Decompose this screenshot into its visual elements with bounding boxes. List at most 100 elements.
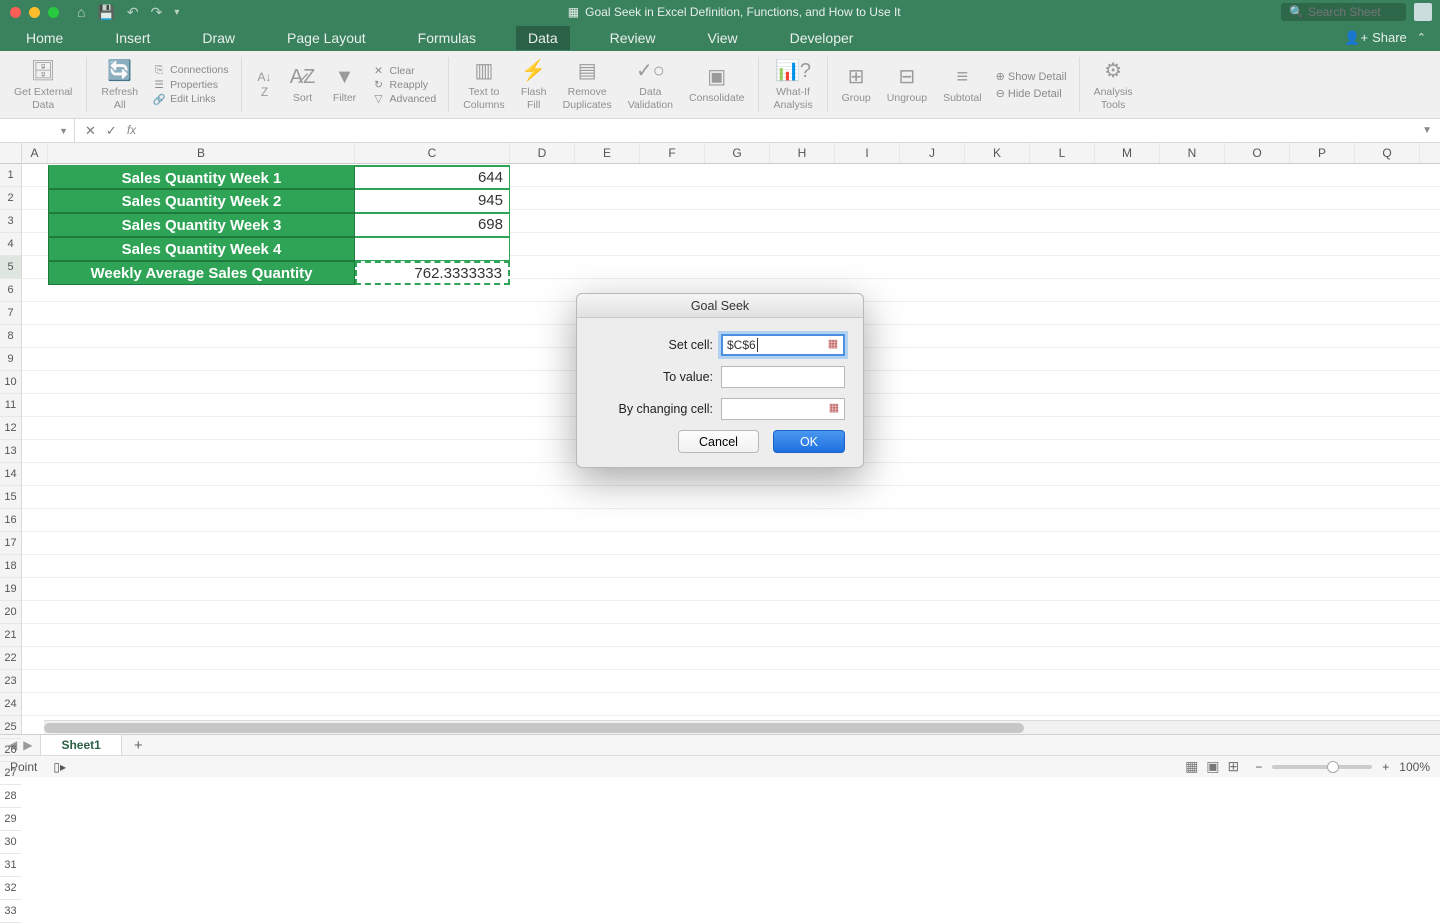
collapse-ribbon-icon[interactable]: ⌃ [1417, 31, 1426, 44]
show-detail-button[interactable]: ⊕ Show Detail [996, 70, 1067, 83]
row-header[interactable]: 26 [0, 739, 21, 762]
add-sheet-button[interactable]: + [122, 737, 155, 754]
menu-developer[interactable]: Developer [778, 26, 866, 50]
menu-page-layout[interactable]: Page Layout [275, 26, 378, 50]
row-header[interactable]: 29 [0, 808, 21, 831]
row-header[interactable]: 7 [0, 302, 21, 325]
maximize-icon[interactable] [48, 7, 59, 18]
column-header[interactable]: A [22, 143, 48, 163]
column-header[interactable]: O [1225, 143, 1290, 163]
column-header[interactable]: F [640, 143, 705, 163]
range-picker-icon[interactable]: ▦ [825, 337, 841, 353]
row-header[interactable]: 18 [0, 555, 21, 578]
analysis-tools-button[interactable]: ⚙Analysis Tools [1088, 58, 1139, 111]
table-label[interactable]: Weekly Average Sales Quantity [48, 261, 355, 285]
row-header[interactable]: 33 [0, 900, 21, 923]
flash-fill-button[interactable]: ⚡Flash Fill [515, 58, 553, 111]
undo-icon[interactable]: ↶ [127, 4, 139, 21]
column-header[interactable]: G [705, 143, 770, 163]
table-value[interactable]: 762.3333333 [355, 261, 510, 285]
table-value[interactable]: 698 [355, 213, 510, 237]
menu-data[interactable]: Data [516, 26, 570, 50]
menu-view[interactable]: View [696, 26, 750, 50]
normal-view-icon[interactable]: ▦ [1185, 758, 1198, 775]
cancel-formula-icon[interactable]: ✕ [85, 123, 96, 139]
row-header[interactable]: 27 [0, 762, 21, 785]
table-label[interactable]: Sales Quantity Week 1 [48, 165, 355, 189]
group-button[interactable]: ⊞Group [836, 64, 877, 105]
table-value[interactable]: 644 [355, 165, 510, 189]
menu-insert[interactable]: Insert [103, 26, 162, 50]
home-icon[interactable]: ⌂ [77, 4, 85, 20]
column-header[interactable]: M [1095, 143, 1160, 163]
menu-draw[interactable]: Draw [190, 26, 247, 50]
clear-button[interactable]: ✕Clear [372, 65, 437, 77]
connections-button[interactable]: ⎘Connections [152, 64, 228, 77]
save-icon[interactable]: 💾 [97, 4, 114, 21]
confirm-formula-icon[interactable]: ✓ [106, 123, 117, 139]
range-picker-icon[interactable]: ▦ [826, 401, 842, 417]
row-header[interactable]: 8 [0, 325, 21, 348]
column-header[interactable]: L [1030, 143, 1095, 163]
table-label[interactable]: Sales Quantity Week 3 [48, 213, 355, 237]
row-header[interactable]: 2 [0, 187, 21, 210]
page-break-view-icon[interactable]: ⊞ [1228, 758, 1240, 775]
row-header[interactable]: 17 [0, 532, 21, 555]
row-header[interactable]: 10 [0, 371, 21, 394]
row-header[interactable]: 21 [0, 624, 21, 647]
close-icon[interactable] [10, 7, 21, 18]
set-cell-input[interactable]: $C$6 ▦ [721, 334, 845, 356]
sort-az-button[interactable]: A↓Z [250, 72, 280, 98]
minimize-icon[interactable] [29, 7, 40, 18]
search-sheet[interactable]: 🔍 [1281, 3, 1406, 21]
column-header[interactable]: J [900, 143, 965, 163]
cancel-button[interactable]: Cancel [678, 430, 759, 453]
row-header[interactable]: 13 [0, 440, 21, 463]
horizontal-scrollbar[interactable] [44, 720, 1440, 734]
name-box[interactable]: ▼ [0, 119, 75, 142]
row-header[interactable]: 30 [0, 831, 21, 854]
macro-icon[interactable]: ▯▸ [53, 760, 66, 774]
refresh-all-button[interactable]: 🔄Refresh All [95, 58, 144, 111]
row-header[interactable]: 12 [0, 417, 21, 440]
column-header[interactable]: H [770, 143, 835, 163]
ok-button[interactable]: OK [773, 430, 845, 453]
zoom-level[interactable]: 100% [1399, 760, 1430, 774]
zoom-out-icon[interactable]: − [1255, 760, 1262, 774]
row-header[interactable]: 5 [0, 256, 21, 279]
row-header[interactable]: 9 [0, 348, 21, 371]
remove-duplicates-button[interactable]: ▤Remove Duplicates [557, 58, 618, 111]
sort-button[interactable]: A̷ZSort [284, 64, 322, 105]
row-header[interactable]: 15 [0, 486, 21, 509]
share-button[interactable]: 👤+Share [1344, 30, 1406, 46]
table-value[interactable] [355, 237, 510, 261]
column-header[interactable]: B [48, 143, 355, 163]
row-header[interactable]: 32 [0, 877, 21, 900]
row-header[interactable]: 19 [0, 578, 21, 601]
zoom-slider[interactable] [1272, 765, 1372, 769]
row-header[interactable]: 31 [0, 854, 21, 877]
user-avatar[interactable] [1414, 3, 1432, 21]
search-input[interactable] [1308, 5, 1398, 19]
what-if-button[interactable]: 📊?What-If Analysis [767, 58, 818, 111]
column-header[interactable]: P [1290, 143, 1355, 163]
menu-review[interactable]: Review [598, 26, 668, 50]
hide-detail-button[interactable]: ⊖ Hide Detail [996, 87, 1067, 100]
row-header[interactable]: 14 [0, 463, 21, 486]
row-header[interactable]: 25 [0, 716, 21, 739]
column-header[interactable]: D [510, 143, 575, 163]
row-header[interactable]: 22 [0, 647, 21, 670]
row-header[interactable]: 6 [0, 279, 21, 302]
filter-button[interactable]: ▼Filter [326, 64, 364, 105]
properties-button[interactable]: ☰Properties [152, 79, 228, 91]
column-header[interactable]: C [355, 143, 510, 163]
more-icon[interactable]: ▾ [174, 7, 179, 18]
menu-home[interactable]: Home [14, 26, 75, 50]
table-value[interactable]: 945 [355, 189, 510, 213]
expand-formula-bar-icon[interactable]: ▼ [1414, 125, 1440, 136]
next-sheet-icon[interactable]: ▶ [23, 738, 32, 752]
select-all[interactable] [0, 143, 21, 164]
consolidate-button[interactable]: ▣Consolidate [683, 64, 750, 105]
text-to-columns-button[interactable]: ▥Text to Columns [457, 58, 510, 111]
advanced-button[interactable]: ▽Advanced [372, 93, 437, 105]
